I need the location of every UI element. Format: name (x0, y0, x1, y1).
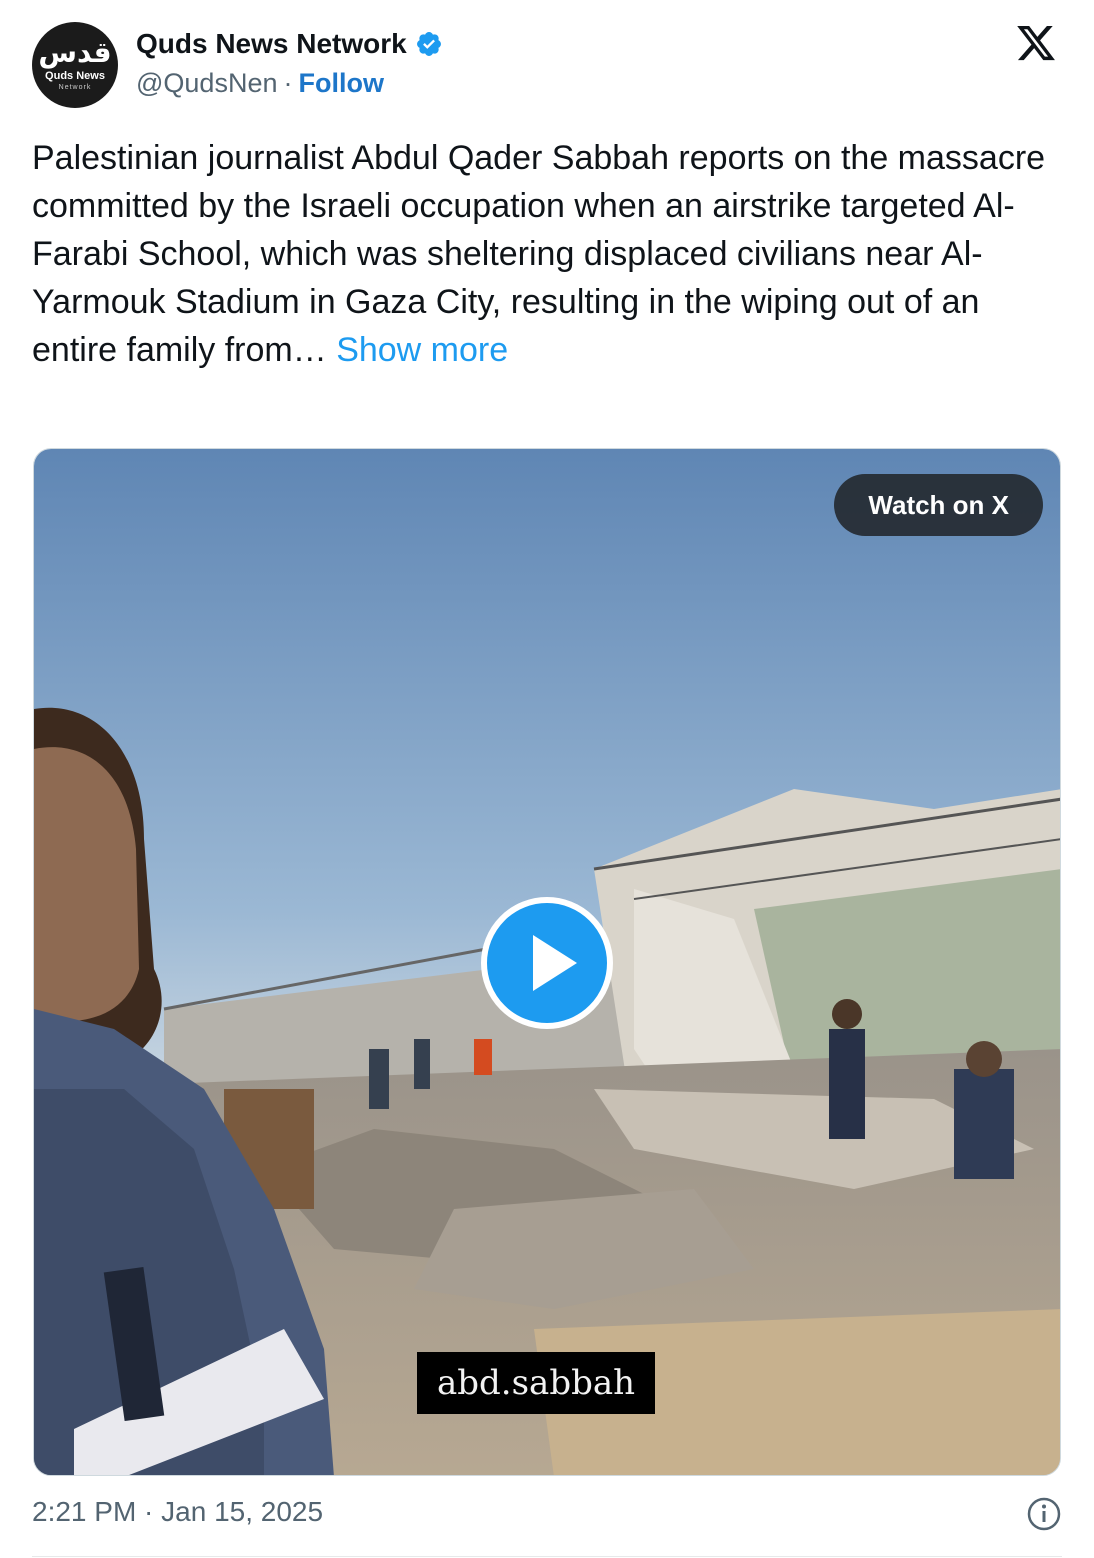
tweet-text: Palestinian journalist Abdul Qader Sabba… (32, 134, 1052, 374)
avatar-logo-arabic: قدس (38, 36, 112, 69)
play-icon (533, 935, 577, 991)
bottom-divider (32, 1556, 1062, 1557)
avatar[interactable]: قدس Quds News Network (32, 22, 118, 108)
handle-row: @QudsNen · Follow (136, 68, 443, 99)
display-name-row: Quds News Network (136, 26, 443, 62)
follow-button[interactable]: Follow (298, 68, 383, 99)
avatar-logo-sub: Network (58, 84, 92, 91)
show-more-link[interactable]: Show more (336, 331, 508, 369)
separator-dot: · (283, 68, 293, 98)
avatar-logo-english: Quds News (45, 70, 105, 82)
display-name[interactable]: Quds News Network (136, 28, 407, 60)
timestamp-link[interactable]: 2:21 PM · Jan 15, 2025 (32, 1496, 323, 1527)
author-info: Quds News Network @QudsNen · Follow (136, 26, 443, 99)
video-player[interactable]: Watch on X abd.sabbah (33, 448, 1061, 1476)
info-icon[interactable] (1026, 1496, 1062, 1532)
tweet-header: قدس Quds News Network Quds News Network … (32, 22, 1072, 112)
play-button[interactable] (481, 897, 613, 1029)
verified-badge-icon (416, 32, 441, 56)
tweet-body: Palestinian journalist Abdul Qader Sabba… (32, 139, 1046, 369)
handle[interactable]: @QudsNen (136, 68, 277, 99)
watch-on-x-button[interactable]: Watch on X (834, 474, 1043, 536)
tweet-footer: 2:21 PM · Jan 15, 2025 (32, 1496, 1062, 1536)
video-caption: abd.sabbah (417, 1352, 656, 1414)
x-logo-icon[interactable] (1014, 22, 1058, 64)
